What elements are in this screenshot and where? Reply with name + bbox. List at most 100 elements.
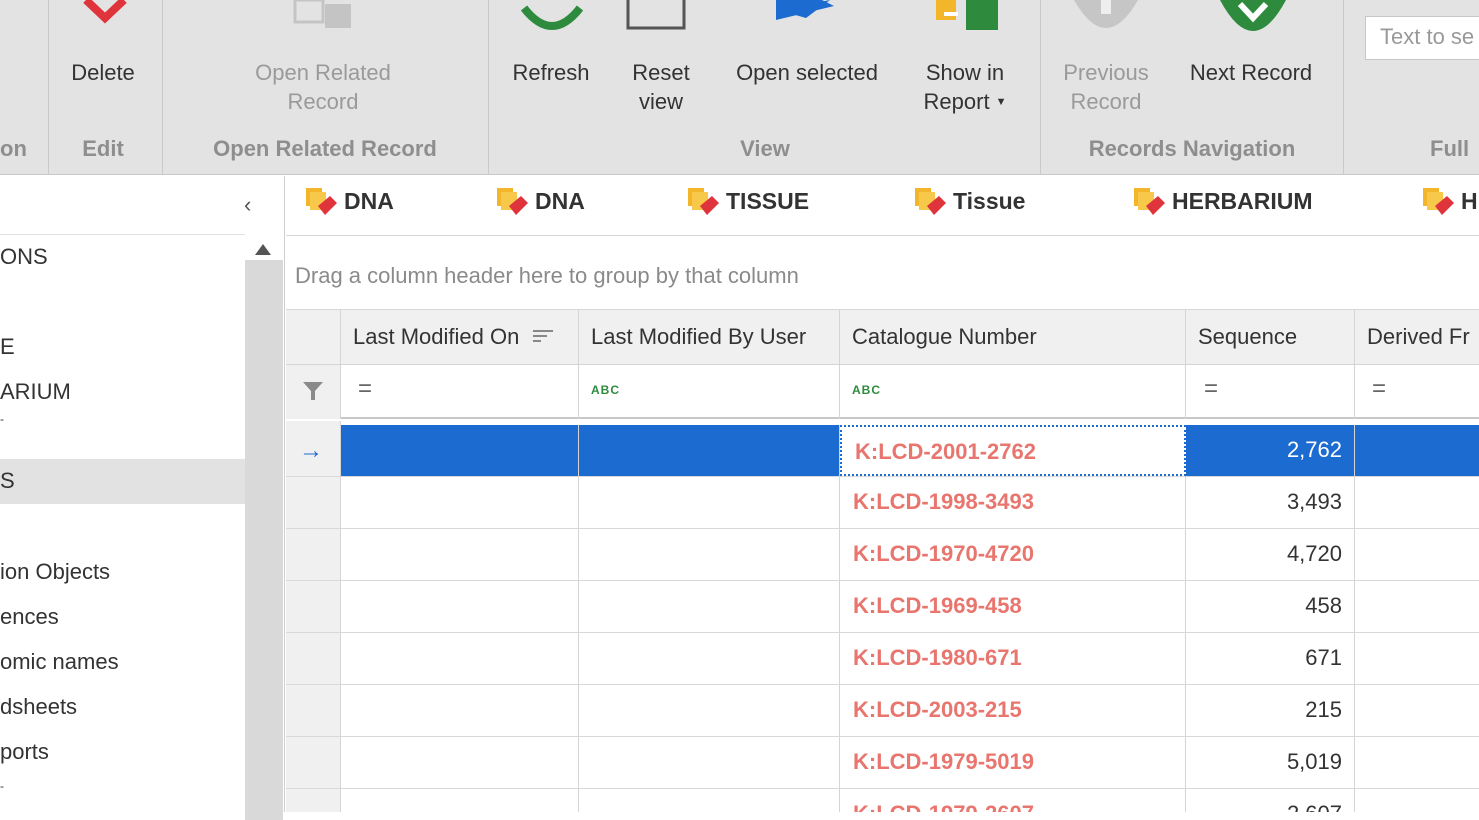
refresh-label[interactable]: Refresh [502, 58, 600, 87]
cell-last-modified-by[interactable] [579, 477, 840, 528]
filter-cell-last-modified-by-user[interactable]: ABC [579, 365, 840, 419]
table-row[interactable]: K:LCD-1969-458 458 [286, 581, 1479, 633]
open-related-button[interactable] [293, 0, 359, 32]
group-by-panel[interactable]: Drag a column header here to group by th… [286, 237, 1479, 310]
cell-last-modified-by[interactable] [579, 633, 840, 684]
cell-sequence[interactable]: 4,720 [1186, 529, 1355, 580]
filter-cell-sequence[interactable]: = [1186, 365, 1355, 419]
cell-catalogue-number[interactable]: K:LCD-1979-2607 [840, 789, 1186, 812]
delete-label[interactable]: Delete [60, 58, 146, 87]
collapse-panel-button[interactable]: ‹ [244, 192, 251, 218]
tab-tissue-2[interactable]: Tissue [913, 188, 1025, 215]
cell-last-modified-on[interactable] [341, 425, 579, 476]
cell-catalogue-number[interactable]: K:LCD-1980-671 [840, 633, 1186, 684]
sidebar-item-collection-objects[interactable]: ion Objects [0, 559, 110, 585]
cell-derived-from[interactable] [1355, 737, 1479, 788]
tab-partial[interactable]: H [1421, 188, 1478, 215]
cell-last-modified-on[interactable] [341, 789, 579, 812]
sidebar-item-reports[interactable]: ports [0, 739, 49, 765]
table-row[interactable]: K:LCD-1979-5019 5,019 [286, 737, 1479, 789]
reset-view-button[interactable] [626, 0, 686, 32]
show-report-label-2[interactable]: Report ▼ [900, 87, 1030, 117]
cell-last-modified-on[interactable] [341, 477, 579, 528]
cell-catalogue-number[interactable]: K:LCD-2001-2762 [840, 425, 1186, 476]
cell-sequence[interactable]: 2,762 [1186, 425, 1355, 476]
sidebar-item-collections[interactable]: ONS [0, 244, 48, 270]
cell-catalogue-number[interactable]: K:LCD-2003-215 [840, 685, 1186, 736]
cell-last-modified-by[interactable] [579, 425, 840, 476]
cell-derived-from[interactable] [1355, 633, 1479, 684]
open-related-label-1[interactable]: Open Related [230, 58, 416, 87]
sidebar-item-taxonomic-names[interactable]: omic names [0, 649, 119, 675]
cell-catalogue-number[interactable]: K:LCD-1969-458 [840, 581, 1186, 632]
column-header-derived-from[interactable]: Derived Fr [1355, 310, 1479, 365]
cell-sequence[interactable]: 3,493 [1186, 477, 1355, 528]
cell-catalogue-number[interactable]: K:LCD-1979-5019 [840, 737, 1186, 788]
cell-catalogue-number[interactable]: K:LCD-1998-3493 [840, 477, 1186, 528]
cell-last-modified-on[interactable] [341, 685, 579, 736]
scroll-up-arrow-icon[interactable] [255, 244, 271, 255]
column-header-last-modified-on[interactable]: Last Modified On [341, 310, 579, 365]
cell-sequence[interactable]: 215 [1186, 685, 1355, 736]
previous-label-2[interactable]: Record [1050, 87, 1162, 116]
cell-derived-from[interactable] [1355, 581, 1479, 632]
cell-derived-from[interactable] [1355, 477, 1479, 528]
cell-last-modified-on[interactable] [341, 581, 579, 632]
cell-last-modified-by[interactable] [579, 685, 840, 736]
column-header-last-modified-by-user[interactable]: Last Modified By User [579, 310, 840, 365]
table-row[interactable]: K:LCD-1998-3493 3,493 [286, 477, 1479, 529]
next-record-button[interactable] [1218, 0, 1288, 32]
cell-sequence[interactable]: 5,019 [1186, 737, 1355, 788]
sidebar-scrollbar[interactable] [245, 260, 283, 820]
sidebar-item-sequences[interactable]: ences [0, 604, 59, 630]
cell-last-modified-by[interactable] [579, 529, 840, 580]
sidebar-item-partial-bottom[interactable]: - [0, 779, 4, 793]
cell-last-modified-by[interactable] [579, 581, 840, 632]
cell-catalogue-number[interactable]: K:LCD-1970-4720 [840, 529, 1186, 580]
previous-label-1[interactable]: Previous [1050, 58, 1162, 87]
refresh-button[interactable] [520, 0, 584, 32]
full-text-search-input[interactable]: Text to se [1365, 16, 1479, 60]
sidebar-item-partial[interactable]: - [0, 412, 4, 426]
cell-sequence[interactable]: 2,607 [1186, 789, 1355, 812]
table-row[interactable]: K:LCD-1970-4720 4,720 [286, 529, 1479, 581]
next-record-label[interactable]: Next Record [1170, 58, 1332, 87]
cell-last-modified-on[interactable] [341, 633, 579, 684]
column-header-catalogue-number[interactable]: Catalogue Number [840, 310, 1186, 365]
cell-derived-from[interactable] [1355, 789, 1479, 812]
tab-dna-1[interactable]: DNA [304, 188, 394, 215]
table-row[interactable]: K:LCD-1980-671 671 [286, 633, 1479, 685]
previous-record-button[interactable] [1072, 0, 1140, 30]
cell-last-modified-on[interactable] [341, 737, 579, 788]
sidebar-item-spreadsheets[interactable]: dsheets [0, 694, 77, 720]
sidebar-item-selected[interactable]: S [0, 468, 15, 494]
cell-last-modified-by[interactable] [579, 789, 840, 812]
filter-cell-catalogue-number[interactable]: ABC [840, 365, 1186, 419]
reset-label-2[interactable]: view [615, 87, 707, 116]
table-row[interactable]: K:LCD-2003-215 215 [286, 685, 1479, 737]
cell-derived-from[interactable] [1355, 685, 1479, 736]
tab-dna-2[interactable]: DNA [495, 188, 585, 215]
tab-herbarium[interactable]: HERBARIUM [1132, 188, 1313, 215]
show-report-label-1[interactable]: Show in [900, 58, 1030, 87]
sidebar-item-herbarium[interactable]: ARIUM [0, 379, 71, 405]
filter-cell-derived-from[interactable]: = [1355, 365, 1479, 419]
open-selected-button[interactable] [770, 0, 840, 24]
cell-derived-from[interactable] [1355, 425, 1479, 476]
open-selected-label[interactable]: Open selected [722, 58, 892, 87]
column-header-sequence[interactable]: Sequence [1186, 310, 1355, 365]
cell-last-modified-on[interactable] [341, 529, 579, 580]
show-in-report-button[interactable] [934, 0, 1000, 32]
open-related-label-2[interactable]: Record [230, 87, 416, 116]
tab-tissue-1[interactable]: TISSUE [686, 188, 809, 215]
reset-label-1[interactable]: Reset [615, 58, 707, 87]
delete-button[interactable] [70, 0, 140, 30]
cell-sequence[interactable]: 458 [1186, 581, 1355, 632]
filter-cell-last-modified-on[interactable]: = [341, 365, 579, 419]
table-row[interactable]: K:LCD-2001-2762 2,762 [286, 425, 1479, 477]
cell-derived-from[interactable] [1355, 529, 1479, 580]
sidebar-item-tissue[interactable]: E [0, 334, 15, 360]
table-row[interactable]: K:LCD-1979-2607 2,607 [286, 789, 1479, 812]
cell-sequence[interactable]: 671 [1186, 633, 1355, 684]
cell-last-modified-by[interactable] [579, 737, 840, 788]
